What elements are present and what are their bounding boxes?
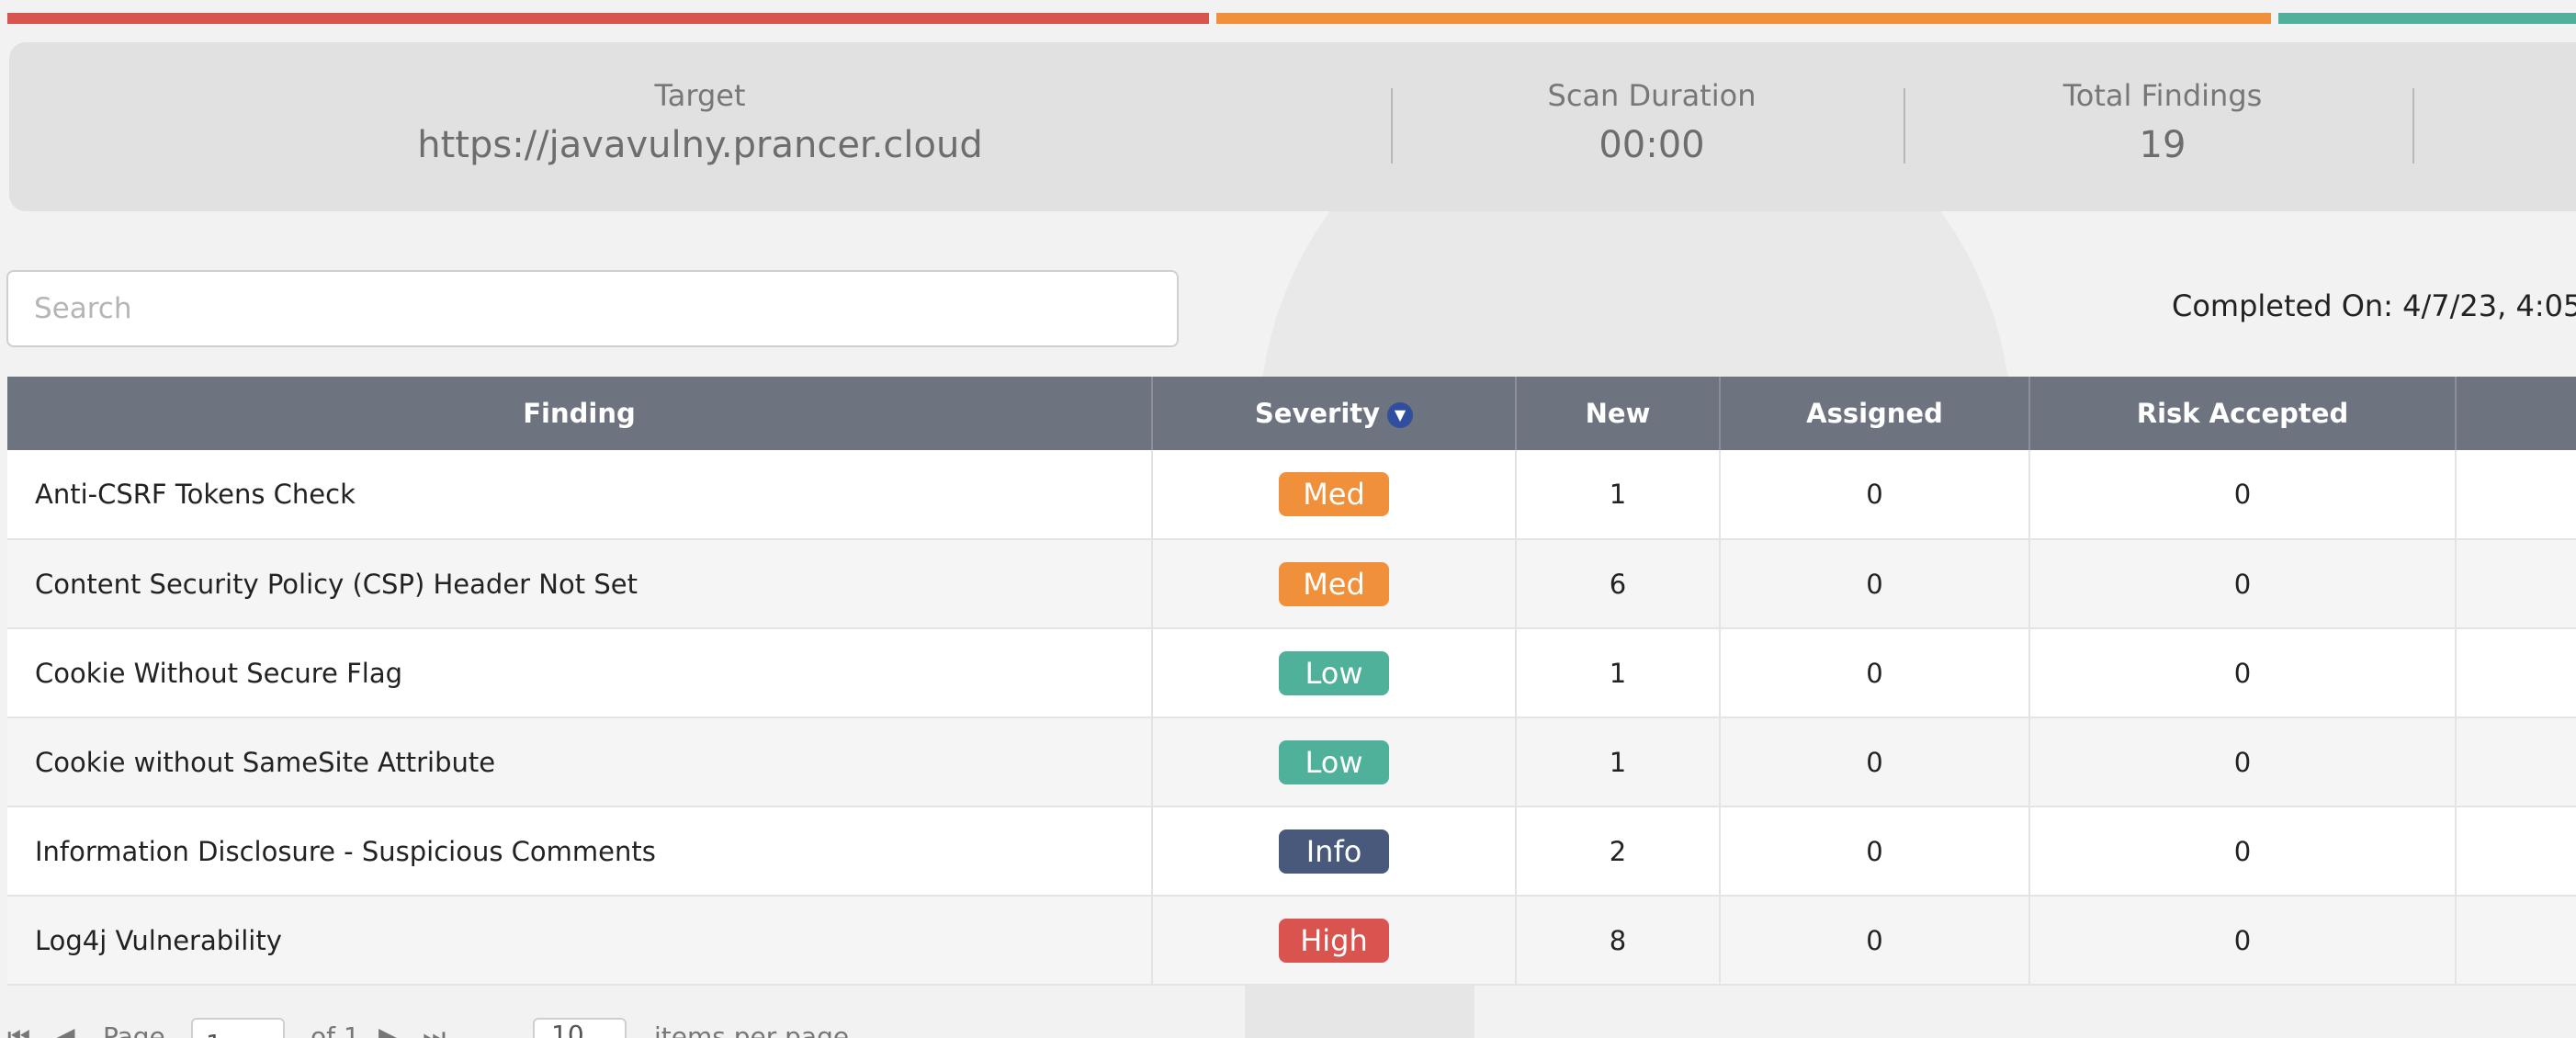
stat-divider [2412,88,2414,164]
severity-cell: Low [1152,717,1517,807]
column-header-assigned[interactable]: Assigned [1720,377,2030,450]
chevron-down-icon[interactable]: ▼ [1387,402,1414,428]
table-row[interactable]: Anti-CSRF Tokens Check Med 1 0 0 [7,450,2576,540]
severity-bar-high [7,13,1209,24]
new-count-cell: 6 [1516,539,1721,629]
risk-accepted-count-cell: 0 [2029,717,2457,807]
extra-cell [2456,628,2576,718]
risk-accepted-count-cell: 0 [2029,539,2457,629]
table-row[interactable]: Log4j Vulnerability High 8 0 0 [7,896,2576,986]
extra-cell [2456,896,2576,986]
finding-cell: Anti-CSRF Tokens Check [7,450,1153,540]
severity-badge: Info [1279,829,1389,874]
page-size-value: 10 [551,1020,584,1038]
prev-page-icon[interactable]: ◀ [55,1021,75,1038]
column-header-severity[interactable]: Severity ▼ [1152,377,1517,450]
severity-distribution-bar [7,13,2576,24]
extra-cell [2456,450,2576,540]
page-count-label: of 1 [311,1021,360,1038]
scan-duration-value: 00:00 [1599,124,1705,166]
target-label: Target [654,78,746,113]
assigned-count-cell: 0 [1720,807,2030,897]
severity-badge: Med [1279,472,1389,516]
assigned-count-cell: 0 [1720,717,2030,807]
scan-duration-stat: Scan Duration 00:00 [1395,77,1909,171]
severity-cell: Med [1152,450,1517,540]
extra-cell [2456,717,2576,807]
new-count-cell: 1 [1516,450,1721,540]
extra-cell [2456,807,2576,897]
page-number-input[interactable] [191,1018,285,1038]
column-header-extra [2456,377,2576,450]
column-header-new[interactable]: New [1516,377,1721,450]
stat-divider [1391,88,1393,164]
severity-badge: Med [1279,561,1389,606]
target-value: https://javavulny.prancer.cloud [417,124,983,166]
table-row[interactable]: Cookie Without Secure Flag Low 1 0 0 [7,628,2576,718]
scan-duration-label: Scan Duration [1547,78,1757,113]
new-count-cell: 1 [1516,628,1721,718]
finding-cell: Log4j Vulnerability [7,896,1153,986]
risk-accepted-count-cell: 0 [2029,450,2457,540]
finding-cell: Cookie Without Secure Flag [7,628,1153,718]
page-size-select[interactable]: 10 ⌄ [533,1018,627,1038]
severity-cell: High [1152,896,1517,986]
assigned-count-cell: 0 [1720,628,2030,718]
total-findings-stat: Total Findings 19 [1905,77,2420,171]
scan-report-page: Target https://javavulny.prancer.cloud S… [0,0,2576,1038]
severity-bar-low [2278,13,2576,24]
severity-cell: Low [1152,628,1517,718]
total-findings-value: 19 [2139,124,2186,166]
assigned-count-cell: 0 [1720,450,2030,540]
finding-cell: Information Disclosure - Suspicious Comm… [7,807,1153,897]
severity-cell: Med [1152,539,1517,629]
chevron-down-icon: ⌄ [602,1029,617,1038]
finding-cell: Content Security Policy (CSP) Header Not… [7,539,1153,629]
table-row[interactable]: Information Disclosure - Suspicious Comm… [7,807,2576,897]
risk-accepted-count-cell: 0 [2029,807,2457,897]
completed-on-text: Completed On: 4/7/23, 4:05 A [2172,288,2576,323]
extra-cell [2456,539,2576,629]
severity-bar-medium [1216,13,2271,24]
table-header-row: Finding Severity ▼ New Assigned Risk Acce… [7,377,2576,450]
risk-accepted-count-cell: 0 [2029,628,2457,718]
page-label: Page [103,1021,165,1038]
severity-cell: Info [1152,807,1517,897]
new-count-cell: 8 [1516,896,1721,986]
background-watermark-base [1245,983,1474,1038]
first-page-icon[interactable]: ⏮ [7,1021,30,1038]
total-findings-label: Total Findings [2062,78,2263,113]
target-stat: Target https://javavulny.prancer.cloud [9,77,1391,171]
new-count-cell: 1 [1516,717,1721,807]
finding-cell: Cookie without SameSite Attribute [7,717,1153,807]
severity-badge: Low [1279,739,1389,784]
search-input[interactable] [6,270,1179,347]
findings-table: Finding Severity ▼ New Assigned Risk Acce… [7,377,2576,986]
table-row[interactable]: Cookie without SameSite Attribute Low 1 … [7,717,2576,807]
scan-summary-panel: Target https://javavulny.prancer.cloud S… [9,42,2576,211]
column-header-finding[interactable]: Finding [7,377,1153,450]
next-page-icon[interactable]: ▶ [378,1021,399,1038]
severity-badge: High [1279,918,1389,963]
assigned-count-cell: 0 [1720,896,2030,986]
severity-badge: Low [1279,650,1389,695]
column-header-risk-accepted[interactable]: Risk Accepted [2029,377,2457,450]
risk-accepted-count-cell: 0 [2029,896,2457,986]
new-count-cell: 2 [1516,807,1721,897]
items-per-page-label: items per page [654,1021,850,1038]
last-page-icon[interactable]: ⏭ [423,1021,446,1038]
assigned-count-cell: 0 [1720,539,2030,629]
table-row[interactable]: Content Security Policy (CSP) Header Not… [7,539,2576,629]
